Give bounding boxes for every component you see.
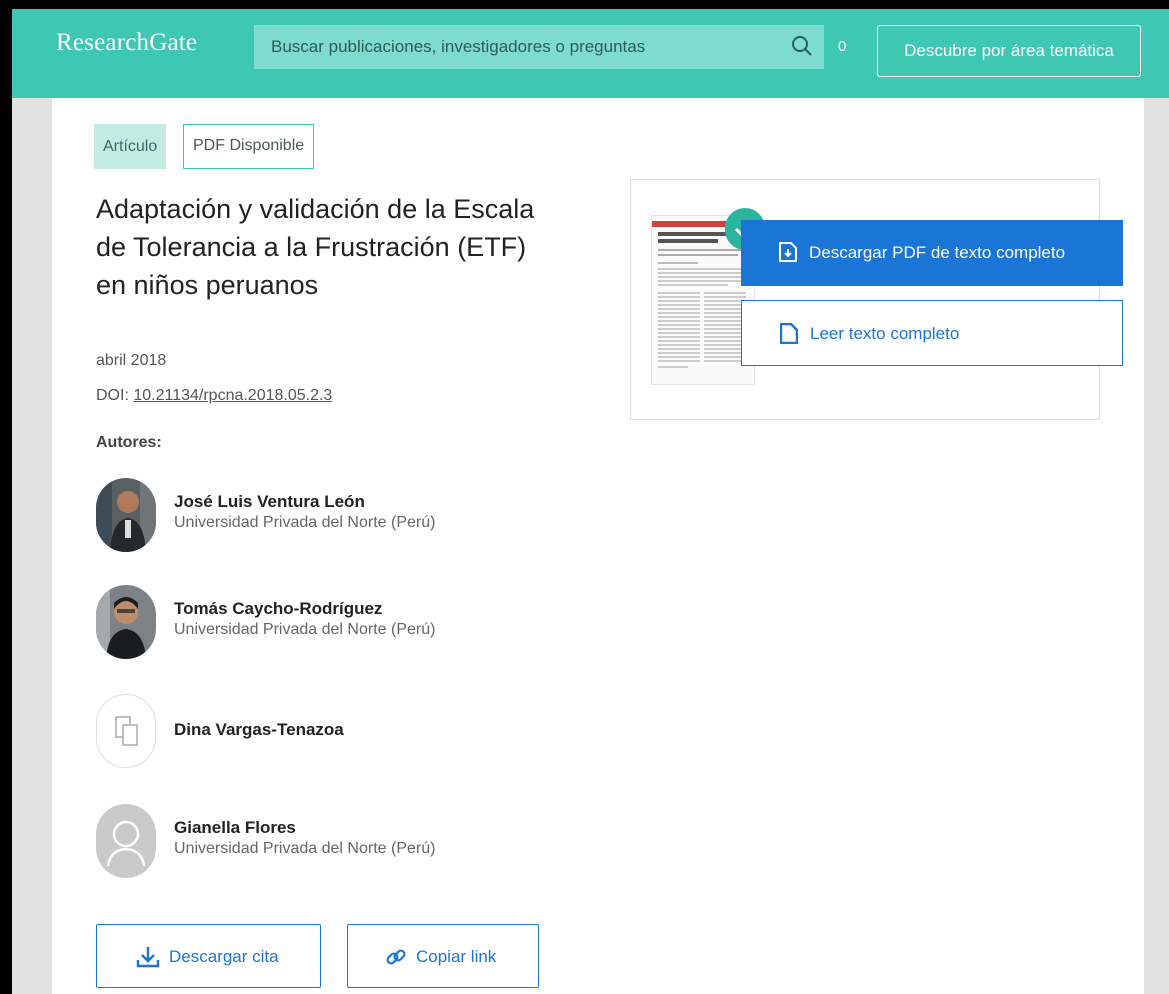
link-icon: [386, 949, 406, 965]
article-type-tag: Artículo: [94, 124, 167, 169]
download-pdf-label: Descargar PDF de texto completo: [809, 243, 1066, 262]
author-affiliation[interactable]: Universidad Privada del Norte (Perú): [174, 514, 435, 532]
article-title: Adaptación y validación de la Escala de …: [96, 190, 566, 304]
pdf-download-icon: [779, 242, 797, 262]
author-name[interactable]: Dina Vargas-Tenazoa: [174, 720, 344, 740]
search-input[interactable]: [254, 25, 774, 69]
authors-heading: Autores:: [96, 434, 162, 451]
author-affiliation[interactable]: Universidad Privada del Norte (Perú): [174, 840, 435, 858]
document-placeholder-icon: [115, 716, 138, 746]
notification-count[interactable]: 0: [838, 38, 846, 55]
researchgate-logo[interactable]: ResearchGate: [56, 29, 197, 57]
author-affiliation[interactable]: Universidad Privada del Norte (Perú): [174, 621, 435, 639]
author-item[interactable]: Tomás Caycho-Rodríguez Universidad Priva…: [96, 585, 556, 661]
title-line: en niños peruanos: [96, 270, 319, 300]
download-pdf-button[interactable]: Descargar PDF de texto completo: [741, 220, 1123, 286]
author-item[interactable]: Gianella Flores Universidad Privada del …: [96, 804, 556, 880]
search-box[interactable]: [254, 25, 824, 69]
search-icon[interactable]: [790, 34, 814, 58]
title-line: Adaptación y validación de la Escala: [96, 194, 535, 224]
doi-line: DOI: 10.21134/rpcna.2018.05.2.3: [96, 387, 332, 405]
download-citation-label: Descargar cita: [169, 947, 279, 966]
author-name[interactable]: Gianella Flores: [174, 818, 296, 838]
user-placeholder-icon: [96, 804, 156, 878]
read-full-text-button[interactable]: Leer texto completo: [741, 300, 1123, 366]
author-name[interactable]: Tomás Caycho-Rodríguez: [174, 599, 382, 619]
browser-viewport: ResearchGate 0 Descubre por área temátic…: [12, 9, 1169, 994]
discover-by-topic-button[interactable]: Descubre por área temática: [877, 25, 1141, 77]
pdf-available-tag: PDF Disponible: [183, 124, 315, 169]
avatar[interactable]: [96, 694, 156, 768]
author-item[interactable]: José Luis Ventura León Universidad Priva…: [96, 478, 556, 554]
document-icon: [780, 323, 798, 344]
avatar[interactable]: [96, 585, 156, 659]
doi-label: DOI:: [96, 387, 129, 404]
download-citation-button[interactable]: Descargar cita: [96, 924, 321, 988]
copy-link-label: Copiar link: [416, 947, 497, 966]
title-line: de Tolerancia a la Frustración (ETF): [96, 232, 527, 262]
doi-link[interactable]: 10.21134/rpcna.2018.05.2.3: [133, 387, 332, 404]
avatar[interactable]: [96, 478, 156, 552]
read-full-text-label: Leer texto completo: [810, 324, 960, 343]
author-name[interactable]: José Luis Ventura León: [174, 492, 365, 512]
top-navigation-bar: ResearchGate 0 Descubre por área temátic…: [12, 9, 1169, 98]
download-icon: [136, 947, 160, 968]
copy-link-button[interactable]: Copiar link: [347, 924, 539, 988]
author-item[interactable]: Dina Vargas-Tenazoa: [96, 694, 556, 770]
avatar[interactable]: [96, 804, 156, 878]
publication-date: abril 2018: [96, 352, 167, 369]
